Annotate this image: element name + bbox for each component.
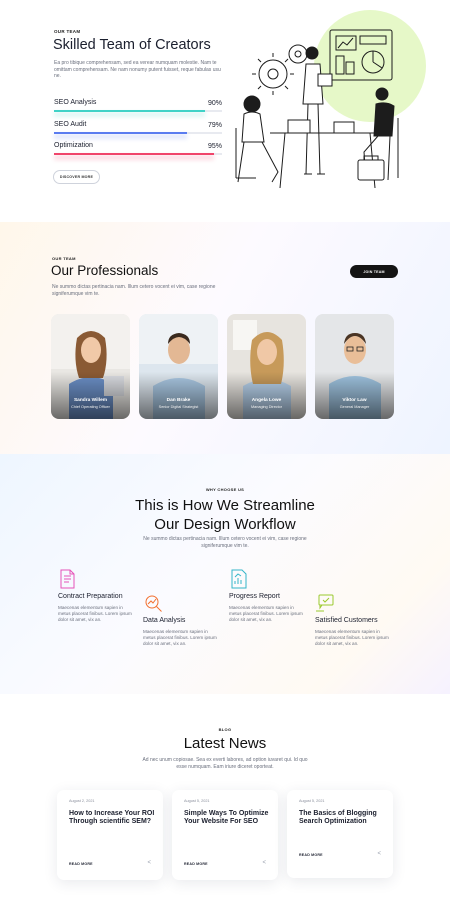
professionals-eyebrow: OUR TEAM (52, 256, 76, 261)
customers-icon (316, 594, 334, 612)
blog-post-card[interactable]: August 2, 2021 How to Increase Your ROI … (57, 790, 163, 880)
team-member-card[interactable]: Sandra Willem Chief Operating Officer (51, 314, 130, 419)
team-member-card[interactable]: Viktor Law General Manager (315, 314, 394, 419)
share-icon[interactable]: < (262, 860, 266, 866)
workflow-description: Ne summo dictas pertinacia nam. Illum ce… (143, 536, 307, 549)
member-name: Viktor Law (342, 398, 367, 403)
news-section: BLOG Latest News Ad nec unum copiosae. S… (0, 694, 450, 900)
feature-text: Maecenas elementum sapien in metus place… (315, 629, 389, 646)
read-more-link[interactable]: READ MORE (69, 862, 93, 866)
skill-shadow (54, 134, 187, 139)
laptop-icon (333, 121, 355, 134)
post-title[interactable]: Simple Ways To Optimize Your Website For… (184, 810, 270, 826)
skill-seo-analysis: SEO Analysis 90% (54, 99, 224, 119)
blog-post-card[interactable]: August 5, 2021 Simple Ways To Optimize Y… (172, 790, 278, 880)
skill-label: Optimization (54, 142, 93, 149)
feature-title: Satisfied Customers (315, 617, 378, 624)
laptop-icon (287, 119, 311, 134)
discover-more-button[interactable]: DISCOVER MORE (53, 170, 100, 184)
skill-label: SEO Analysis (54, 99, 97, 106)
member-name: Angela Lowe (251, 398, 282, 403)
team-eyebrow: OUR TEAM (54, 29, 81, 34)
person-icon (375, 87, 389, 101)
skill-percent: 79% (207, 122, 222, 129)
person-icon (243, 95, 261, 113)
member-role: General Manager (339, 405, 370, 409)
member-name: Sandra Willem (73, 398, 107, 403)
team-member-card[interactable]: Dan Brake Senior Digital Strategist (139, 314, 218, 419)
contract-icon (60, 569, 75, 589)
post-title[interactable]: The Basics of Blogging Search Optimizati… (299, 810, 385, 826)
skill-percent: 95% (207, 143, 222, 150)
member-photo (315, 314, 394, 419)
blog-post-card[interactable]: August 5, 2021 The Basics of Blogging Se… (287, 790, 393, 878)
member-name: Dan Brake (166, 398, 191, 403)
illustration-accent-circle (314, 10, 426, 122)
professionals-title: Our Professionals (51, 263, 159, 278)
professionals-section: OUR TEAM Our Professionals Ne summo dict… (0, 222, 450, 454)
skill-optimization: Optimization 95% (54, 142, 224, 162)
data-analysis-icon (145, 595, 162, 612)
member-role: Senior Digital Strategist (158, 405, 199, 409)
feature-text: Maecenas elementum sapien in metus place… (229, 605, 303, 622)
post-date: August 2, 2021 (69, 799, 95, 803)
post-title[interactable]: How to Increase Your ROI Through scienti… (69, 810, 155, 826)
member-role: Chief Operating Officer (71, 405, 110, 409)
bag-icon (357, 159, 385, 181)
gear-icon (258, 59, 288, 89)
team-member-card[interactable]: Angela Lowe Managing Director (227, 314, 306, 419)
news-title: Latest News (183, 735, 267, 752)
workflow-title-line: This is How We Streamline (135, 497, 315, 514)
member-photo (139, 314, 218, 419)
feature-text: Maecenas elementum sapien in metus place… (58, 605, 132, 622)
team-description: Ea pro tibique comprehensam, sed ea vere… (54, 60, 221, 79)
post-date: August 5, 2021 (299, 799, 325, 803)
join-team-button[interactable]: JOIN TEAM (350, 265, 398, 278)
workflow-title-line: Our Design Workflow (154, 516, 296, 533)
read-more-link[interactable]: READ MORE (184, 862, 208, 866)
team-illustration (235, 10, 426, 189)
member-role: Managing Director (250, 405, 283, 409)
read-more-link[interactable]: READ MORE (299, 853, 323, 857)
team-title: Skilled Team of Creators (53, 37, 211, 53)
post-date: August 5, 2021 (184, 799, 210, 803)
feature-title: Contract Preparation (58, 593, 123, 600)
skill-label: SEO Audit (54, 121, 87, 128)
feature-text: Maecenas elementum sapien in metus place… (143, 629, 217, 646)
workflow-section: WHY CHOOSE US This is How We Streamline … (0, 454, 450, 694)
workflow-eyebrow: WHY CHOOSE US (205, 487, 245, 492)
news-eyebrow: BLOG (218, 727, 232, 732)
person-icon (305, 46, 319, 60)
skill-percent: 90% (207, 100, 222, 107)
member-photo (51, 314, 130, 419)
skill-seo-audit: SEO Audit 79% (54, 121, 224, 141)
team-skills-section: OUR TEAM Skilled Team of Creators Ea pro… (0, 0, 450, 222)
gear-icon (288, 44, 308, 64)
share-icon[interactable]: < (377, 851, 381, 857)
share-icon[interactable]: < (147, 860, 151, 866)
feature-title: Data Analysis (143, 617, 186, 624)
progress-report-icon (231, 569, 247, 589)
feature-title: Progress Report (229, 593, 280, 600)
skill-shadow (54, 155, 214, 160)
workflow-title: This is How We Streamline Our Design Wor… (0, 496, 450, 534)
skill-shadow (54, 112, 206, 117)
member-photo (227, 314, 306, 419)
professionals-description: Ne summo dictas pertinacia nam. Illum ce… (52, 284, 216, 297)
news-description: Ad nec unum copiosae. Sea ex everti labo… (142, 757, 308, 770)
